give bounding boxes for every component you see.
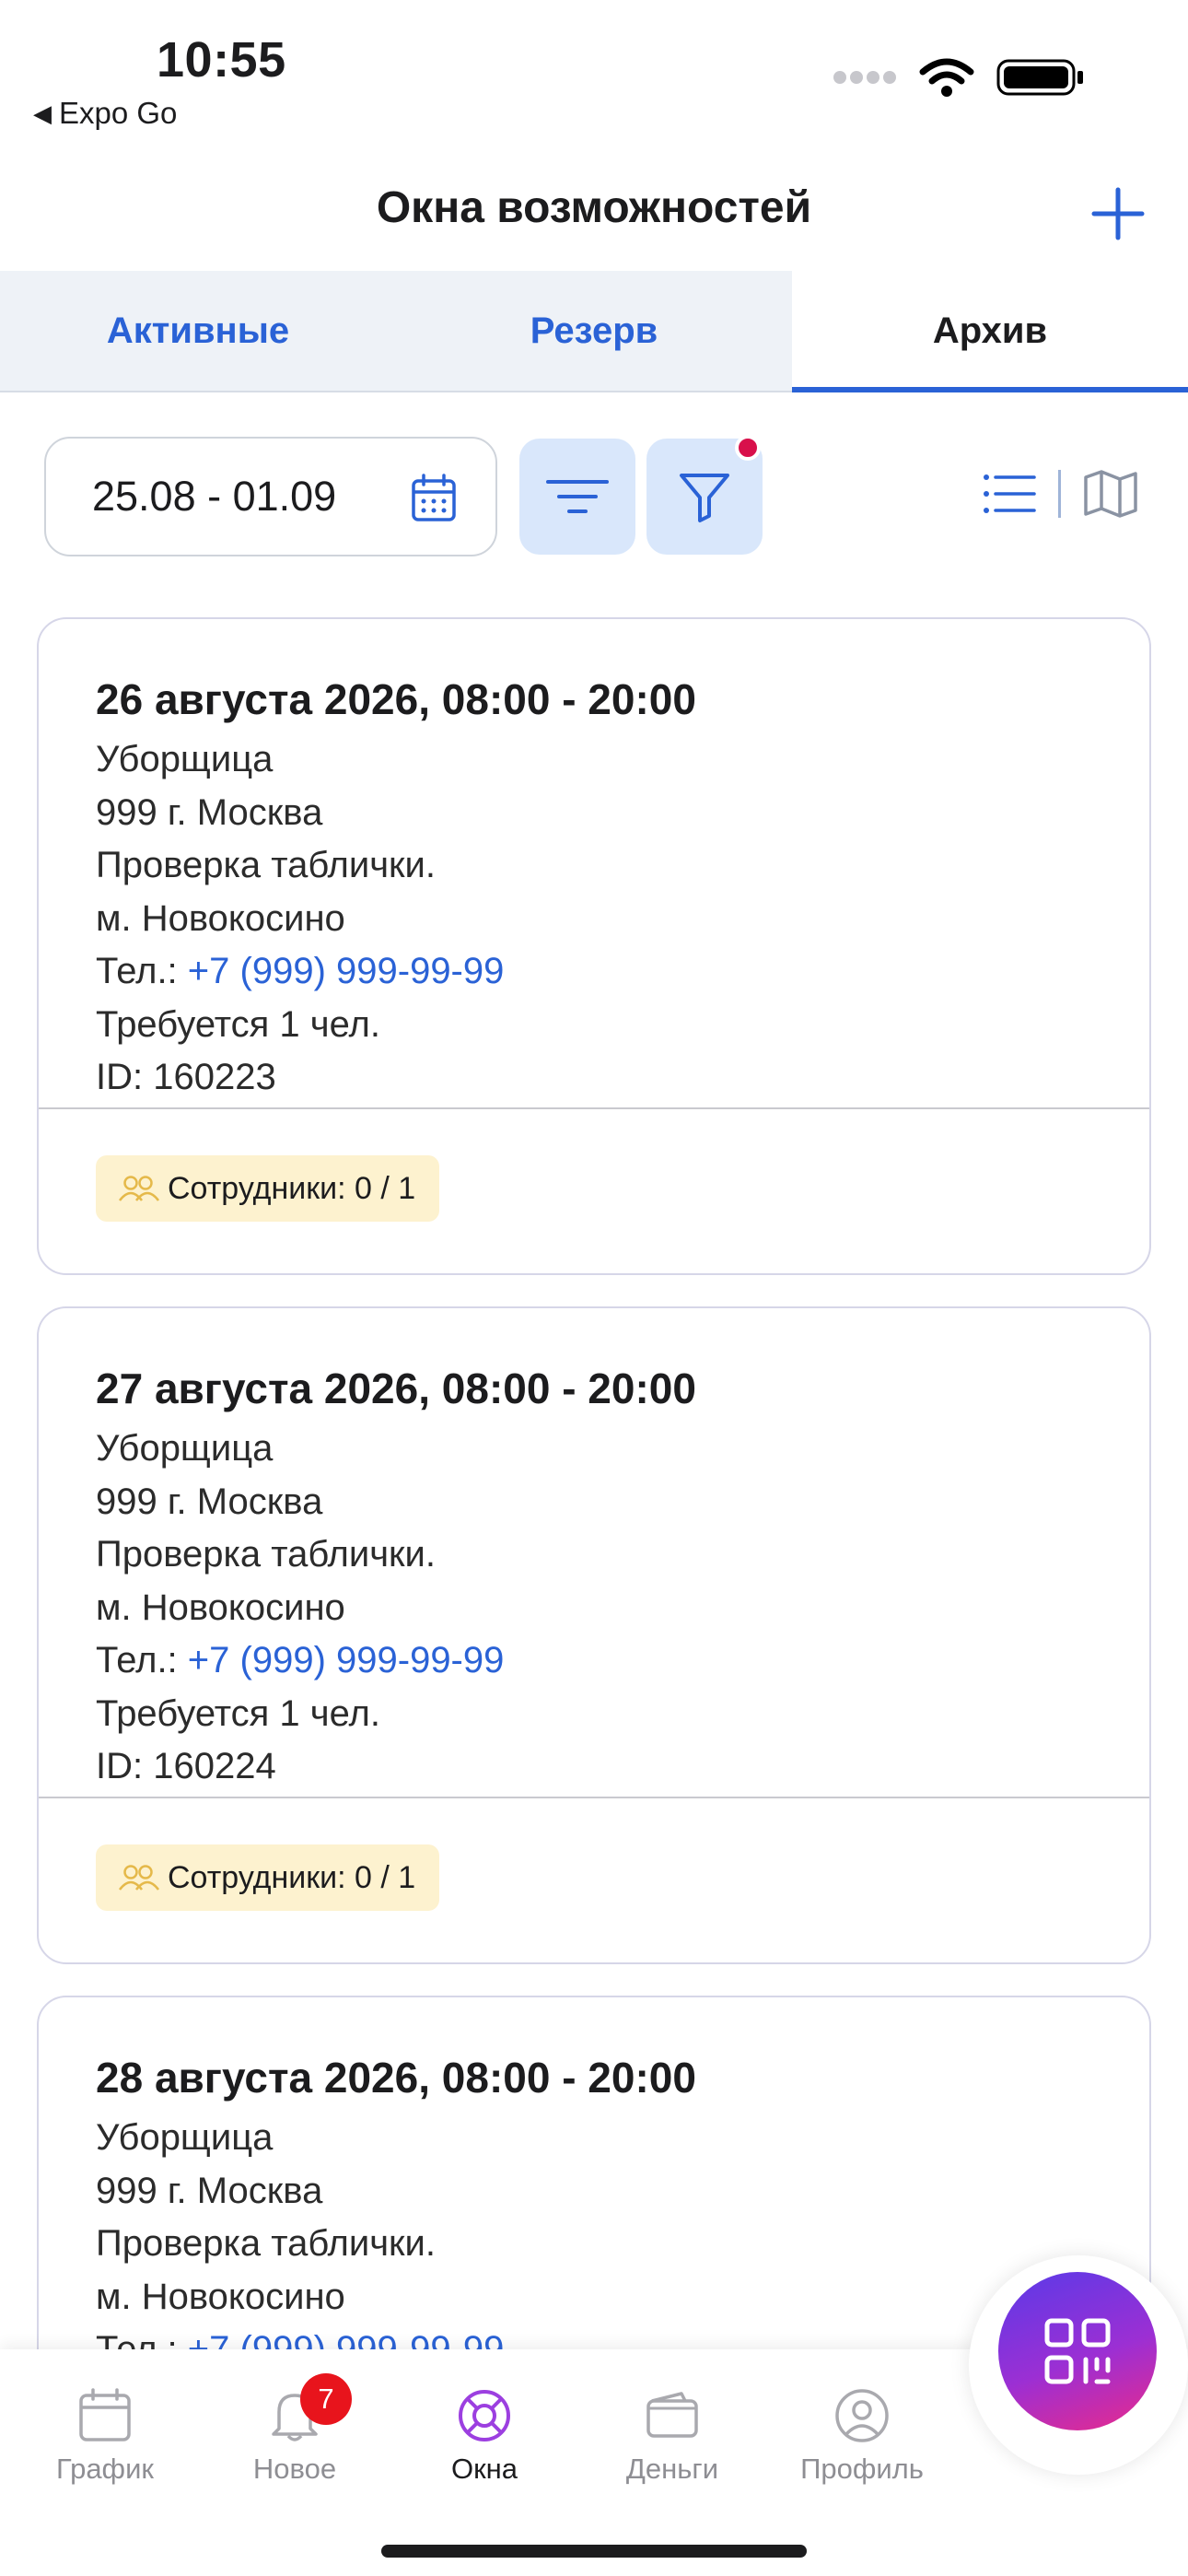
card-footer: Сотрудники: 0 / 1	[39, 1797, 1149, 1911]
notification-badge: 7	[300, 2373, 352, 2425]
card-required: Требуется 1 чел.	[96, 1692, 380, 1734]
back-app-label: Expo Go	[59, 96, 178, 130]
sort-icon	[546, 480, 609, 513]
opportunity-card[interactable]: 27 августа 2026, 08:00 - 20:00 Уборщица …	[37, 1306, 1151, 1964]
card-role: Уборщица	[96, 1428, 274, 1469]
status-icons	[833, 57, 1085, 98]
phone-link[interactable]: +7 (999) 999-99-99	[188, 951, 505, 991]
card-address: 999 г. Москва	[96, 2170, 323, 2211]
qr-code-icon	[1044, 2318, 1111, 2384]
card-note: Проверка таблички.	[96, 845, 436, 885]
users-icon	[119, 1176, 159, 1201]
card-required: Требуется 1 чел.	[96, 1003, 380, 1045]
staff-badge: Сотрудники: 0 / 1	[96, 1155, 440, 1222]
nav-schedule[interactable]: График	[22, 2388, 188, 2486]
nav-profile-label: Профиль	[800, 2453, 924, 2485]
add-icon[interactable]	[1089, 184, 1147, 243]
map-view-icon[interactable]	[1083, 470, 1138, 518]
tab-archive[interactable]: Архив	[792, 271, 1188, 392]
back-to-app-link[interactable]: ◀ Expo Go	[33, 96, 177, 131]
page-header: Окна возможностей	[0, 166, 1188, 271]
battery-icon	[996, 59, 1083, 96]
phone-label: Тел.:	[96, 1640, 188, 1680]
staff-count: Сотрудники: 0 / 1	[168, 1170, 416, 1206]
page-title: Окна возможностей	[376, 183, 812, 232]
nav-windows-label: Окна	[450, 2453, 518, 2485]
users-icon	[119, 1865, 159, 1891]
list-view-icon[interactable]	[983, 473, 1036, 515]
card-role: Уборщица	[96, 2117, 274, 2158]
view-divider	[1058, 470, 1061, 518]
card-note: Проверка таблички.	[96, 2223, 436, 2264]
card-address: 999 г. Москва	[96, 1481, 323, 1522]
staff-count: Сотрудники: 0 / 1	[168, 1859, 416, 1895]
filter-button[interactable]	[646, 435, 763, 555]
card-address: 999 г. Москва	[96, 791, 323, 833]
card-id: ID: 160224	[96, 1746, 276, 1786]
status-time: 10:55	[157, 32, 286, 88]
phone-link[interactable]: +7 (999) 999-99-99	[188, 1640, 505, 1680]
wifi-icon	[919, 58, 974, 97]
profile-icon	[835, 2389, 889, 2442]
card-phone-row: Тел.: +7 (999) 999-99-99	[96, 1634, 1149, 1688]
card-footer: Сотрудники: 0 / 1	[39, 1107, 1149, 1222]
calendar-icon	[79, 2388, 131, 2441]
card-metro: м. Новокосино	[96, 897, 345, 939]
phone-label: Тел.:	[96, 951, 188, 991]
card-role: Уборщица	[96, 739, 274, 779]
card-date: 26 августа 2026, 08:00 - 20:00	[96, 675, 696, 723]
card-metro: м. Новокосино	[96, 1587, 345, 1628]
date-range-value: 25.08 - 01.09	[92, 473, 337, 520]
filter-icon	[680, 474, 729, 522]
tab-reserve[interactable]: Резерв	[396, 271, 792, 391]
qr-scan-button[interactable]	[998, 2272, 1157, 2430]
filter-toolbar: 25.08 - 01.09	[0, 435, 1188, 556]
card-id: ID: 160223	[96, 1057, 276, 1097]
wallet-icon	[646, 2392, 698, 2438]
calendar-icon	[412, 474, 456, 521]
lifebuoy-icon	[459, 2390, 510, 2441]
date-range-picker[interactable]: 25.08 - 01.09	[44, 437, 497, 556]
nav-windows[interactable]: Окна	[402, 2388, 567, 2486]
nav-money[interactable]: Деньги	[589, 2388, 755, 2486]
tab-active[interactable]: Активные	[0, 271, 396, 391]
nav-schedule-label: График	[56, 2453, 154, 2485]
nav-new-label: Новое	[252, 2453, 337, 2485]
nav-money-label: Деньги	[625, 2453, 719, 2485]
opportunity-card[interactable]: 26 августа 2026, 08:00 - 20:00 Уборщица …	[37, 617, 1151, 1275]
filter-active-dot	[735, 435, 761, 461]
nav-new[interactable]: 7 Новое	[212, 2373, 378, 2486]
nav-profile[interactable]: Профиль	[779, 2388, 945, 2486]
back-arrow-icon: ◀	[33, 99, 52, 127]
staff-badge: Сотрудники: 0 / 1	[96, 1844, 440, 1911]
view-toggle	[983, 470, 1138, 518]
home-indicator	[381, 2545, 807, 2558]
signal-icon	[833, 71, 896, 84]
card-note: Проверка таблички.	[96, 1534, 436, 1575]
status-bar: 10:55 ◀ Expo Go	[0, 0, 1188, 147]
sort-button[interactable]	[519, 439, 635, 555]
segment-tabs: Активные Резерв Архив	[0, 271, 1188, 392]
card-phone-row: Тел.: +7 (999) 999-99-99	[96, 945, 1149, 999]
card-date: 28 августа 2026, 08:00 - 20:00	[96, 2054, 696, 2102]
card-date: 27 августа 2026, 08:00 - 20:00	[96, 1364, 696, 1412]
